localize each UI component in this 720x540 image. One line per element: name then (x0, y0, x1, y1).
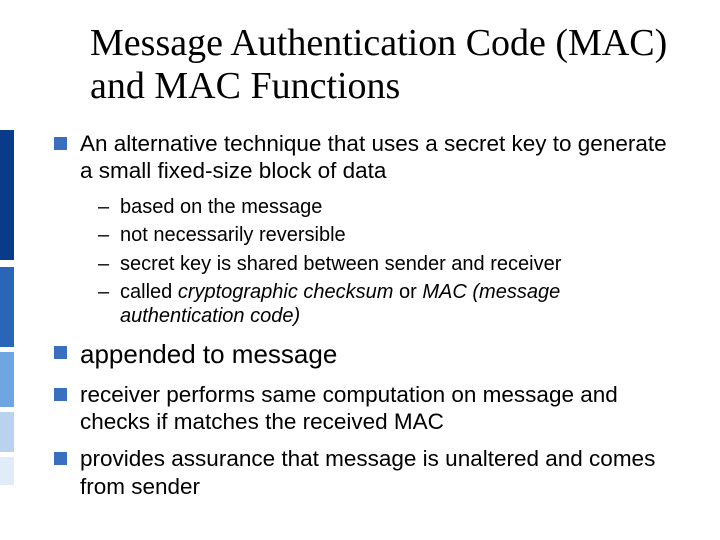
bullet-item: An alternative technique that uses a sec… (50, 130, 680, 329)
bullet-list: An alternative technique that uses a sec… (50, 130, 680, 510)
deco-band (0, 457, 14, 485)
bullet-text: appended to message (80, 339, 337, 369)
bullet-item: provides assurance that message is unalt… (50, 445, 680, 500)
sub-text-italic: cryptographic checksum (178, 281, 394, 303)
bullet-item: appended to message (50, 339, 680, 371)
sub-item: based on the message (98, 195, 680, 219)
left-decoration (0, 0, 22, 540)
bullet-text: An alternative technique that uses a sec… (80, 131, 667, 183)
sub-item: secret key is shared between sender and … (98, 252, 680, 276)
bullet-item: receiver performs same computation on me… (50, 381, 680, 436)
sub-item: not necessarily reversible (98, 223, 680, 247)
deco-band (0, 130, 14, 260)
bullet-text: receiver performs same computation on me… (80, 382, 618, 434)
deco-band (0, 352, 14, 407)
deco-band (0, 267, 14, 347)
deco-band (0, 412, 14, 452)
slide-title: Message Authentication Code (MAC) and MA… (90, 22, 670, 107)
sub-list: based on the message not necessarily rev… (80, 195, 680, 329)
sub-item: called cryptographic checksum or MAC (me… (98, 280, 680, 329)
bullet-text: provides assurance that message is unalt… (80, 446, 655, 498)
sub-text: called (120, 281, 178, 303)
sub-text: or (393, 281, 422, 303)
slide: Message Authentication Code (MAC) and MA… (0, 0, 720, 540)
